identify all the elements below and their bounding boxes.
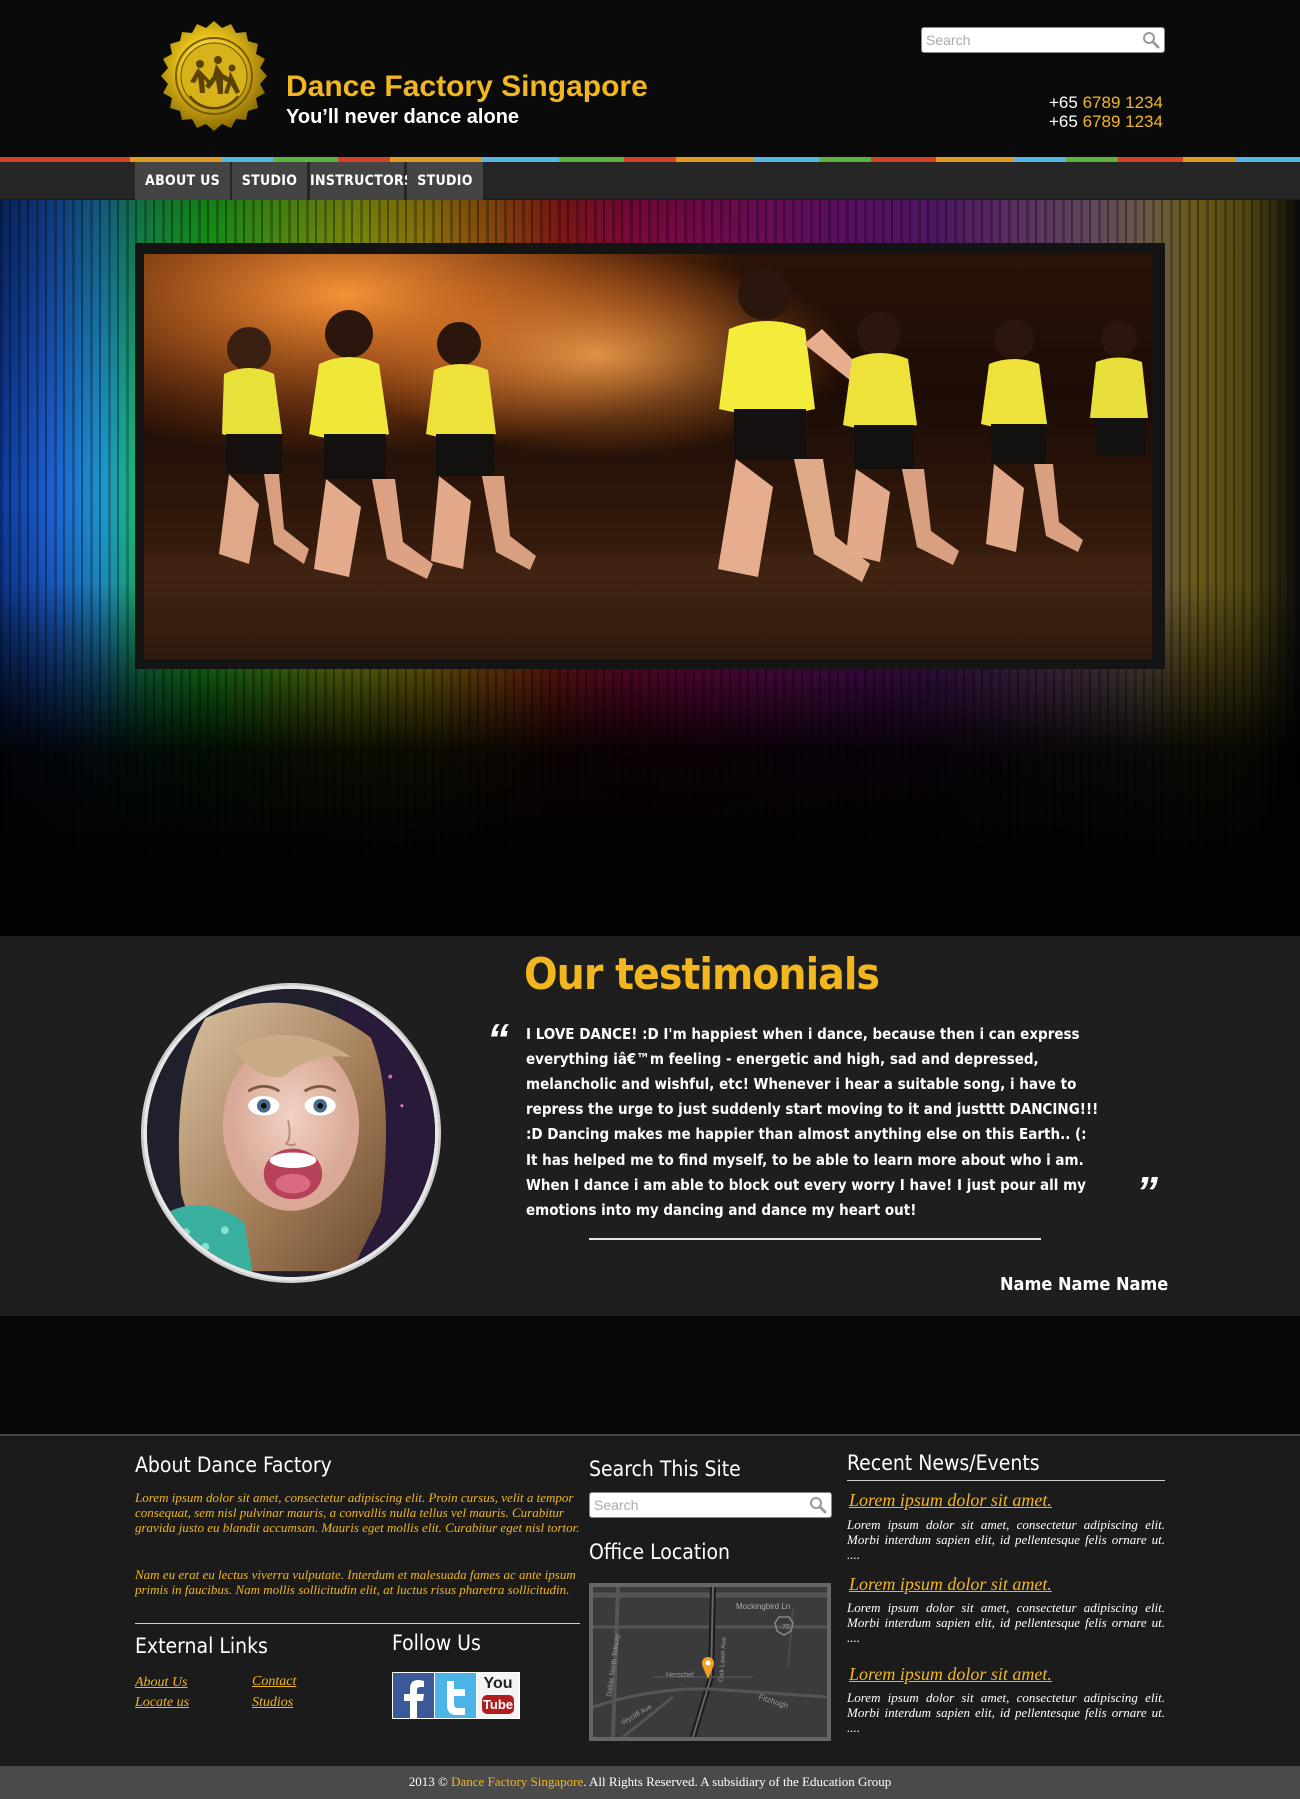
about-divider [135, 1623, 580, 1624]
hero-dancers-photo [144, 254, 1152, 659]
contact-phones: +65 6789 1234 +65 6789 1234 [1049, 93, 1163, 131]
link-locate-us[interactable]: Locate us [135, 1695, 189, 1711]
copyright-bar: 2013 © Dance Factory Singapore. All Righ… [0, 1766, 1300, 1799]
testimonial-paragraph-2: It has helped me to find myself, to be a… [526, 1151, 1086, 1219]
news-item-title[interactable]: Lorem ipsum dolor sit amet. [849, 1664, 1052, 1685]
news-item-text: Lorem ipsum dolor sit amet, consectetur … [847, 1517, 1165, 1562]
phone-number[interactable]: 6789 1234 [1083, 93, 1163, 112]
testimonial-avatar [143, 985, 439, 1281]
map-label-herschel: Herschel [666, 1672, 694, 1679]
link-about-us[interactable]: About Us [135, 1675, 188, 1691]
news-item-text: Lorem ipsum dolor sit amet, consectetur … [847, 1600, 1165, 1645]
dance-factory-logo[interactable] [157, 20, 271, 132]
nav-item-instructors[interactable]: INSTRUCTORS [310, 162, 413, 200]
youtube-icon[interactable]: You Tube [477, 1673, 519, 1718]
search-site-heading: Search This Site [589, 1457, 741, 1481]
search-icon[interactable] [809, 1496, 827, 1514]
quote-open-icon: “ [487, 1015, 509, 1064]
avatar-portrait [147, 989, 435, 1277]
news-heading: Recent News/Events [847, 1451, 1040, 1475]
copyright-suffix: . All Rights Reserved. A subsidiary of t… [583, 1774, 892, 1789]
copyright-brand-link[interactable]: Dance Factory Singapore [451, 1774, 583, 1789]
map-graphic: 75 Mockingbird Ln Dallas North Tollway O… [592, 1586, 828, 1739]
testimonial-divider [589, 1238, 1041, 1240]
news-item-title[interactable]: Lorem ipsum dolor sit amet. [849, 1490, 1052, 1511]
testimonials-title: Our testimonials [524, 949, 880, 1000]
facebook-icon[interactable] [393, 1673, 434, 1718]
phone-prefix: +65 [1049, 112, 1078, 131]
copyright-prefix: 2013 © [408, 1774, 448, 1789]
footer-search-box [589, 1492, 832, 1518]
map-label-mockingbird: Mockingbird Ln [736, 1602, 790, 1611]
testimonial-paragraph-1: I LOVE DANCE! :D I'm happiest when i dan… [526, 1025, 1099, 1143]
header-search-box [921, 27, 1165, 53]
social-icons: You Tube [392, 1672, 520, 1719]
footer-search-input[interactable] [594, 1494, 794, 1516]
nav-item-studio-2[interactable]: STUDIO [407, 162, 483, 200]
quote-close-icon: ” [1136, 1168, 1158, 1217]
news-item-text: Lorem ipsum dolor sit amet, consectetur … [847, 1690, 1165, 1735]
phone-number[interactable]: 6789 1234 [1083, 112, 1163, 131]
map-shield: 75 [782, 1624, 790, 1631]
nav-item-about-us[interactable]: ABOUT US [135, 162, 230, 200]
link-studios[interactable]: Studios [252, 1695, 293, 1711]
site-tagline: You’ll never dance alone [286, 106, 520, 128]
site-title[interactable]: Dance Factory Singapore [286, 70, 648, 104]
news-item-title[interactable]: Lorem ipsum dolor sit amet. [849, 1574, 1052, 1595]
main-nav: ABOUT US STUDIO INSTRUCTORS STUDIO [0, 162, 1300, 200]
external-links-heading: External Links [135, 1634, 268, 1658]
nav-item-studio[interactable]: STUDIO [232, 162, 307, 200]
about-paragraph-1: Lorem ipsum dolor sit amet, consectetur … [135, 1490, 580, 1535]
phone-line: +65 6789 1234 [1049, 93, 1163, 112]
link-contact[interactable]: Contact [252, 1674, 296, 1690]
news-divider [847, 1480, 1165, 1481]
follow-us-heading: Follow Us [392, 1631, 481, 1655]
twitter-icon[interactable] [435, 1673, 476, 1718]
phone-line: +65 6789 1234 [1049, 112, 1163, 131]
about-heading: About Dance Factory [135, 1453, 332, 1477]
testimonial-author: Name Name Name [1000, 1274, 1169, 1295]
office-map[interactable]: 75 Mockingbird Ln Dallas North Tollway O… [589, 1583, 831, 1741]
youtube-icon-text-top: You [483, 1675, 513, 1692]
youtube-icon-text-bottom: Tube [482, 1695, 514, 1714]
header-search-input[interactable] [926, 29, 1126, 51]
office-location-heading: Office Location [589, 1540, 731, 1564]
phone-prefix: +65 [1049, 93, 1078, 112]
search-icon[interactable] [1142, 31, 1160, 49]
about-paragraph-2: Nam eu erat eu lectus viverra vulputate.… [135, 1567, 576, 1597]
